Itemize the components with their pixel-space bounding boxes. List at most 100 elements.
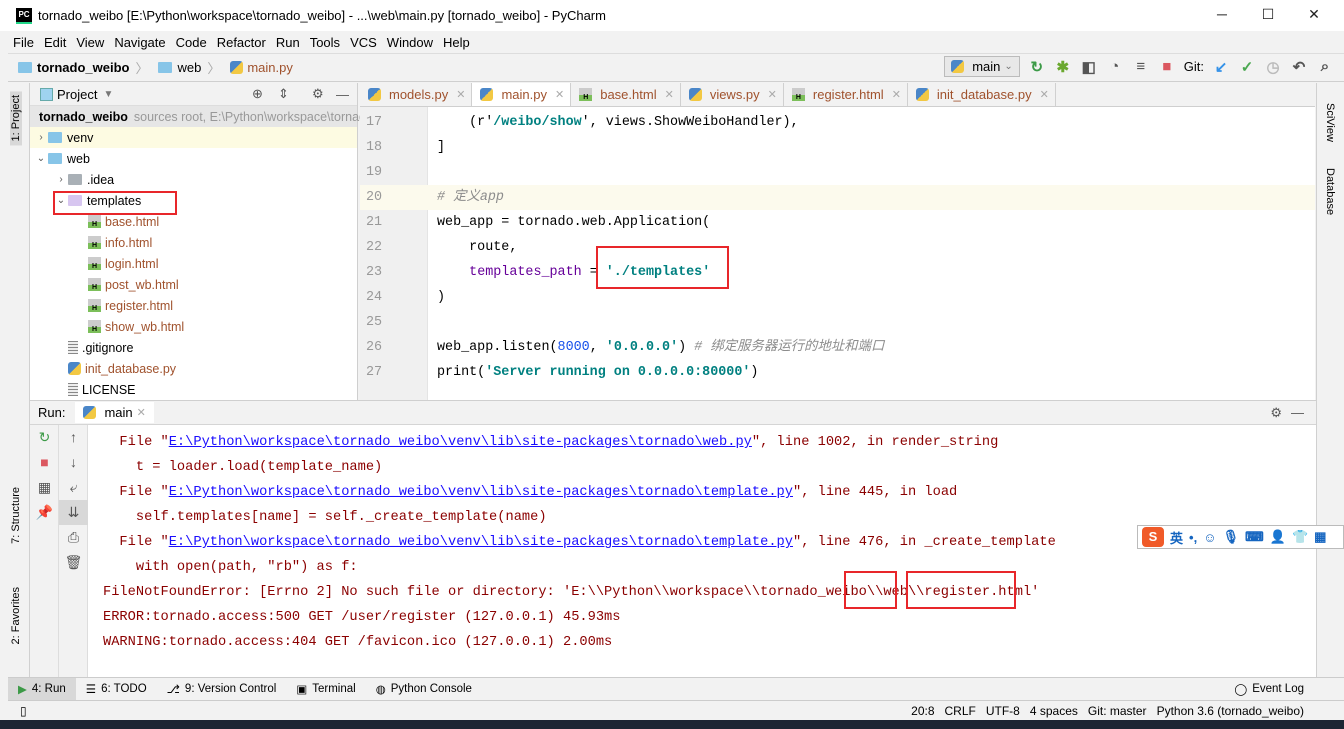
bottom-tab-todo[interactable]: ☰ 6: TODO [76, 678, 157, 701]
menu-help[interactable]: Help [438, 35, 475, 50]
trash-icon[interactable]: 🗑 [59, 550, 88, 575]
rerun-icon[interactable]: ↻ [1028, 58, 1046, 76]
python-interpreter[interactable]: Python 3.6 (tornado_weibo) [1157, 704, 1304, 718]
tree-item[interactable]: Hregister.html [30, 295, 357, 316]
coverage-icon[interactable]: ◧ [1080, 58, 1098, 76]
git-rollback-icon[interactable]: ↶ [1290, 58, 1308, 76]
collapse-all-icon[interactable]: ⇕ [278, 86, 289, 102]
tree-item[interactable]: init_database.py [30, 358, 357, 379]
layout-icon[interactable]: ▦ [30, 475, 59, 500]
emoji-icon[interactable]: ☺ [1203, 530, 1216, 545]
run-concurrency-icon[interactable]: ≡ [1132, 58, 1150, 75]
close-button[interactable]: ✕ [1304, 6, 1324, 23]
user-icon[interactable]: 👤 [1270, 529, 1286, 545]
breadcrumb-project[interactable]: tornado_weibo 〉 [18, 58, 148, 77]
caret-position[interactable]: 20:8 [911, 704, 934, 718]
ime-language[interactable]: 英 [1170, 528, 1183, 547]
expand-arrow-icon[interactable]: › [54, 174, 68, 185]
project-view-selector[interactable]: Project [57, 87, 97, 102]
grid-icon[interactable]: ▦ [1314, 529, 1326, 545]
file-link[interactable]: E:\Python\workspace\tornado_weibo\venv\l… [169, 435, 752, 450]
minimize-button[interactable]: ─ [1212, 6, 1232, 22]
menu-edit[interactable]: Edit [39, 35, 71, 50]
event-log-button[interactable]: ◯ Event Log [1224, 678, 1314, 701]
close-tab-icon[interactable]: ✕ [892, 88, 901, 101]
debug-icon[interactable]: ✱ [1054, 58, 1072, 76]
menu-window[interactable]: Window [382, 35, 438, 50]
arrow-down-icon[interactable]: ↓ [59, 450, 88, 475]
close-tab-icon[interactable]: ✕ [137, 406, 146, 419]
close-tab-icon[interactable]: ✕ [1040, 88, 1049, 101]
indent-setting[interactable]: 4 spaces [1030, 704, 1078, 718]
tree-item[interactable]: Hpost_wb.html [30, 274, 357, 295]
menu-vcs[interactable]: VCS [345, 35, 382, 50]
tree-item[interactable]: › venv [30, 127, 357, 148]
git-history-icon[interactable]: ◷ [1264, 58, 1282, 76]
tree-root[interactable]: tornado_weibo sources root, E:\Python\wo… [30, 106, 413, 127]
console-output[interactable]: File "E:\Python\workspace\tornado_weibo\… [88, 425, 1308, 678]
menu-code[interactable]: Code [171, 35, 212, 50]
tree-item[interactable]: Hshow_wb.html [30, 316, 357, 337]
maximize-button[interactable]: ☐ [1258, 6, 1278, 23]
soft-wrap-icon[interactable]: ⤶ [59, 475, 88, 500]
keyboard-icon[interactable]: ⌨ [1245, 529, 1264, 545]
code-editor[interactable]: 17 (r'/weibo/show', views.ShowWeiboHandl… [360, 107, 1315, 400]
chevron-down-icon[interactable]: ▼ [103, 89, 113, 100]
tree-item[interactable]: › .idea [30, 169, 357, 190]
hide-icon[interactable]: — [336, 87, 349, 102]
tree-item[interactable]: .gitignore [30, 337, 357, 358]
menu-refactor[interactable]: Refactor [212, 35, 271, 50]
breadcrumb-file[interactable]: main.py [230, 60, 293, 75]
print-icon[interactable]: ⎙ [59, 525, 88, 550]
menu-file[interactable]: File [8, 35, 39, 50]
tool-tab-sciview[interactable]: SciView [1324, 103, 1336, 142]
close-tab-icon[interactable]: ✕ [665, 88, 674, 101]
expand-arrow-icon[interactable]: › [34, 132, 48, 143]
tree-item[interactable]: LICENSE [30, 379, 357, 400]
hide-icon[interactable]: — [1291, 405, 1304, 420]
file-link[interactable]: E:\Python\workspace\tornado_weibo\venv\l… [169, 535, 793, 550]
tree-item[interactable]: Hinfo.html [30, 232, 357, 253]
editor-tab[interactable]: main.py ✕ [472, 83, 572, 106]
bottom-tab-terminal[interactable]: ▣ Terminal [286, 678, 365, 701]
menu-view[interactable]: View [71, 35, 109, 50]
editor-tab[interactable]: Hbase.html ✕ [571, 83, 681, 106]
editor-tab[interactable]: models.py ✕ [360, 83, 473, 106]
scroll-to-end-icon[interactable]: ⇊ [59, 500, 88, 525]
editor-tab[interactable]: init_database.py ✕ [908, 83, 1056, 106]
breadcrumb-web[interactable]: web 〉 [158, 58, 220, 77]
menu-tools[interactable]: Tools [305, 35, 345, 50]
editor-tab[interactable]: Hregister.html ✕ [784, 83, 908, 106]
bottom-tab-run[interactable]: ▶ 4: Run [8, 677, 76, 701]
tool-tab-database[interactable]: Database [1324, 168, 1336, 215]
tool-tab-project[interactable]: 1: Project [10, 91, 22, 146]
close-tab-icon[interactable]: ✕ [456, 88, 465, 101]
arrow-up-icon[interactable]: ↑ [59, 425, 88, 450]
run-config-selector[interactable]: main ⌄ [944, 56, 1020, 77]
ime-punctuation[interactable]: •, [1189, 530, 1197, 545]
gear-icon[interactable]: ⚙ [312, 86, 324, 102]
tool-tab-structure[interactable]: 7: Structure [10, 483, 22, 548]
menu-navigate[interactable]: Navigate [109, 35, 170, 50]
tree-item[interactable]: Hlogin.html [30, 253, 357, 274]
close-tab-icon[interactable]: ✕ [768, 88, 777, 101]
skin-icon[interactable]: 👕 [1292, 529, 1308, 545]
gear-icon[interactable]: ⚙ [1270, 405, 1282, 421]
git-branch[interactable]: Git: master [1088, 704, 1147, 718]
close-tab-icon[interactable]: ✕ [555, 88, 564, 101]
git-update-icon[interactable]: ↙ [1212, 58, 1230, 76]
locate-icon[interactable]: ⊕ [252, 86, 263, 102]
tree-item[interactable]: ⌄ web [30, 148, 357, 169]
rerun-icon[interactable]: ↻ [30, 425, 59, 450]
bottom-tab-python-console[interactable]: ◍ Python Console [366, 678, 482, 701]
stop-icon[interactable]: ■ [1158, 58, 1176, 75]
menu-run[interactable]: Run [271, 35, 305, 50]
tool-tab-favorites[interactable]: 2: Favorites [10, 583, 22, 648]
profile-icon[interactable]: ◔ [1106, 58, 1124, 75]
git-commit-icon[interactable]: ✓ [1238, 58, 1256, 76]
editor-tab[interactable]: views.py ✕ [681, 83, 784, 106]
run-tab-main[interactable]: main ✕ [75, 402, 154, 423]
microphone-icon[interactable]: 🎙 [1222, 529, 1239, 545]
search-icon[interactable]: ⌕ [1316, 58, 1334, 75]
file-link[interactable]: E:\Python\workspace\tornado_weibo\venv\l… [169, 485, 793, 500]
